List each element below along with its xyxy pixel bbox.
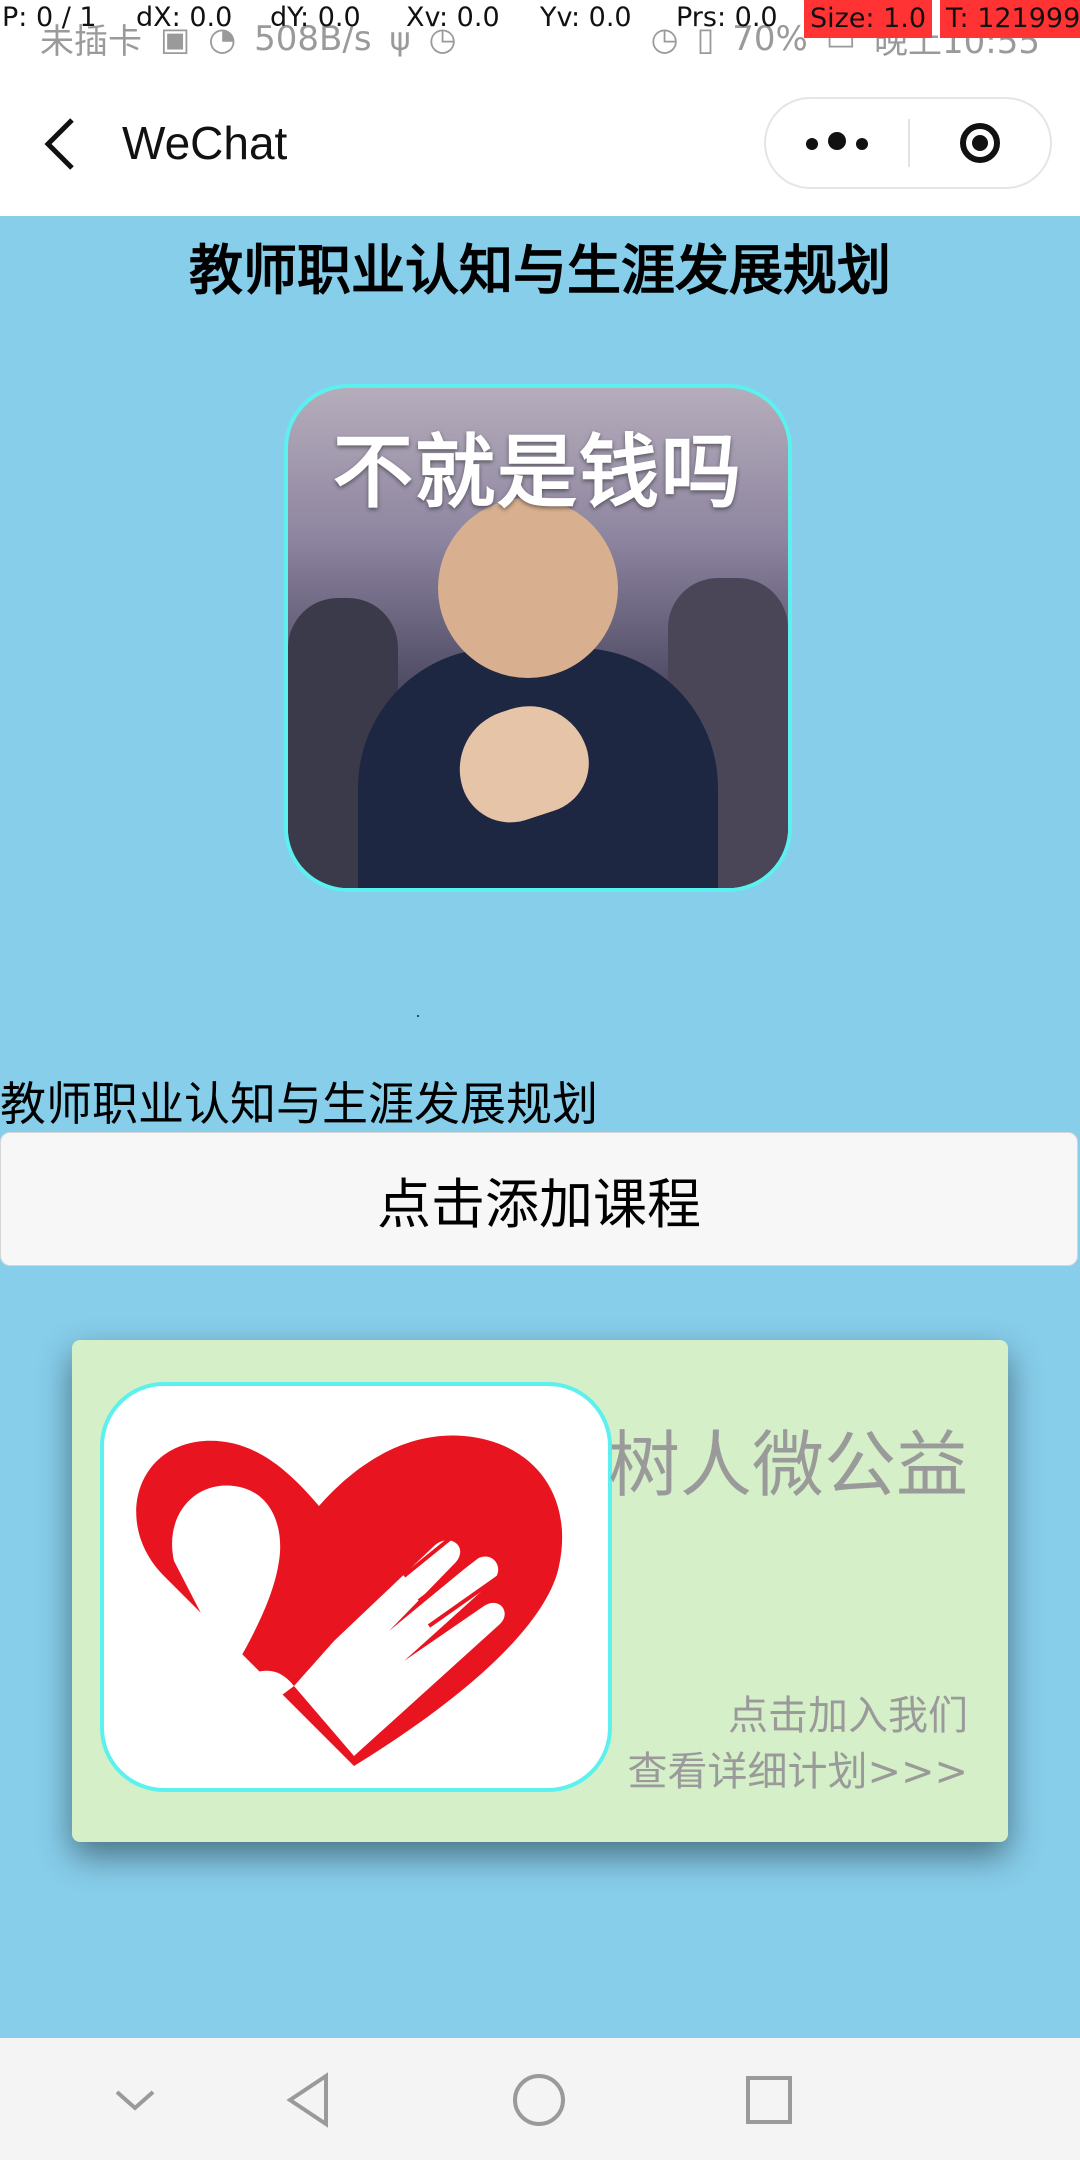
debug-dy: dY: 0.0: [270, 2, 361, 33]
nav-title: WeChat: [122, 117, 288, 169]
charity-logo: [100, 1382, 612, 1792]
join-us-text: 点击加入我们: [728, 1693, 968, 1739]
page-content: 教师职业认知与生涯发展规划 不就是钱吗 教师职业认知与生涯发展规划 点击添加课程…: [0, 216, 1080, 2038]
pointer-debug-overlay: P: 0 / 1 dX: 0.0 dY: 0.0 Xv: 0.0 Yv: 0.0…: [0, 0, 1080, 40]
close-miniprogram-button[interactable]: [910, 99, 1050, 187]
recents-button[interactable]: [734, 2068, 804, 2132]
target-close-icon: [960, 123, 1000, 163]
charity-card[interactable]: 树人微公益 点击加入我们 查看详细计划>>>: [72, 1340, 1008, 1842]
debug-dx: dX: 0.0: [136, 2, 233, 33]
status-bar: 未插卡 ▣ ◔ 508B/s ψ ◷ ◷ ▯ 70% ▭ 晚上10:55 P: …: [0, 0, 1080, 70]
back-button[interactable]: [38, 114, 84, 174]
menu-capsule: [764, 97, 1052, 189]
recents-square-icon: [746, 2076, 792, 2124]
home-circle-icon: [513, 2074, 565, 2126]
page-title: 教师职业认知与生涯发展规划: [189, 239, 891, 302]
home-button[interactable]: [504, 2068, 574, 2132]
debug-t: T: 121999: [940, 0, 1080, 38]
course-label: 教师职业认知与生涯发展规划: [0, 1077, 598, 1131]
wechat-nav-bar: WeChat: [0, 70, 1080, 217]
stray-dot: [417, 1015, 419, 1017]
more-dots-icon: [801, 132, 873, 154]
debug-size: Size: 1.0: [804, 0, 933, 38]
back-triangle-icon: [286, 2072, 328, 2128]
chevron-down-icon: [115, 2090, 155, 2111]
charity-heart-hand-icon: [136, 1435, 563, 1766]
collapse-button[interactable]: [100, 2068, 170, 2132]
hero-caption: 不就是钱吗: [333, 426, 743, 519]
card-subtext: 点击加入我们 查看详细计划>>>: [627, 1688, 968, 1800]
add-course-button[interactable]: 点击添加课程: [0, 1132, 1078, 1266]
view-plan-link[interactable]: 查看详细计划>>>: [627, 1744, 968, 1800]
more-button[interactable]: [766, 99, 908, 187]
system-nav-bar: [0, 2038, 1080, 2160]
debug-p: P: 0 / 1: [2, 2, 97, 33]
debug-yv: Yv: 0.0: [540, 2, 632, 33]
card-title: 树人微公益: [608, 1423, 969, 1507]
debug-prs: Prs: 0.0: [676, 2, 778, 33]
back-system-button[interactable]: [276, 2068, 346, 2132]
chevron-left-icon: [44, 118, 74, 170]
debug-xv: Xv: 0.0: [406, 2, 500, 33]
hero-image: 不就是钱吗: [284, 384, 792, 892]
